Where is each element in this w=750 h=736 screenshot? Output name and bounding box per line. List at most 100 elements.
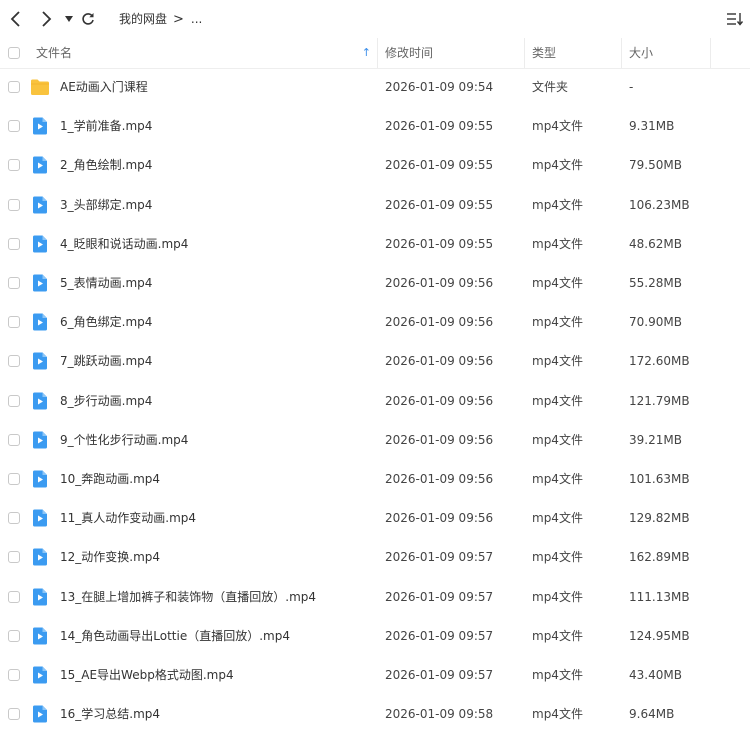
row-checkbox[interactable] — [8, 630, 20, 642]
file-modified: 2026-01-09 09:57 — [385, 550, 494, 564]
file-row[interactable]: 10_奔跑动画.mp4 2026-01-09 09:56 mp4文件 101.63MB — [0, 460, 750, 499]
row-checkbox[interactable] — [8, 473, 20, 485]
row-checkbox[interactable] — [8, 120, 20, 132]
row-checkbox[interactable] — [8, 81, 20, 93]
video-file-icon — [33, 431, 47, 449]
row-checkbox[interactable] — [8, 316, 20, 328]
file-row[interactable]: 6_角色绑定.mp4 2026-01-09 09:56 mp4文件 70.90MB — [0, 303, 750, 342]
file-row[interactable]: 13_在腿上增加裤子和装饰物（直播回放）.mp4 2026-01-09 09:57… — [0, 578, 750, 617]
file-row[interactable]: 5_表情动画.mp4 2026-01-09 09:56 mp4文件 55.28MB — [0, 264, 750, 303]
file-type: mp4文件 — [532, 237, 583, 251]
file-modified: 2026-01-09 09:58 — [385, 707, 494, 721]
video-file-icon — [33, 313, 47, 331]
forward-button[interactable] — [36, 9, 56, 29]
file-size: 101.63MB — [629, 472, 690, 486]
row-checkbox[interactable] — [8, 669, 20, 681]
column-modified[interactable]: 修改时间 — [385, 38, 525, 68]
folder-icon — [31, 79, 49, 95]
file-type: mp4文件 — [532, 394, 583, 408]
dropdown-triangle-icon — [65, 16, 73, 22]
file-row[interactable]: 15_AE导出Webp格式动图.mp4 2026-01-09 09:57 mp4文件… — [0, 656, 750, 695]
video-file-icon — [33, 274, 47, 292]
select-all-checkbox[interactable] — [8, 47, 20, 59]
column-size-label: 大小 — [629, 46, 654, 60]
file-modified: 2026-01-09 09:56 — [385, 394, 494, 408]
file-row[interactable]: 12_动作变换.mp4 2026-01-09 09:57 mp4文件 162.89MB — [0, 538, 750, 577]
column-size[interactable]: 大小 — [629, 38, 711, 68]
file-modified: 2026-01-09 09:56 — [385, 433, 494, 447]
file-row[interactable]: AE动画入门课程 2026-01-09 09:54 文件夹 - — [0, 68, 750, 107]
row-checkbox[interactable] — [8, 277, 20, 289]
row-checkbox[interactable] — [8, 395, 20, 407]
breadcrumb: 我的网盘 >... — [119, 11, 202, 28]
file-type: mp4文件 — [532, 198, 583, 212]
file-size: 55.28MB — [629, 276, 682, 290]
file-row[interactable]: 8_步行动画.mp4 2026-01-09 09:56 mp4文件 121.79MB — [0, 382, 750, 421]
file-name: 9_个性化步行动画.mp4 — [60, 433, 189, 447]
breadcrumb-more[interactable]: ... — [191, 12, 202, 26]
file-size: 172.60MB — [629, 354, 690, 368]
row-checkbox[interactable] — [8, 355, 20, 367]
file-name: 11_真人动作变动画.mp4 — [60, 511, 197, 525]
video-file-icon — [33, 548, 47, 566]
back-button[interactable] — [6, 9, 26, 29]
sort-list-icon — [727, 13, 744, 26]
file-size: 43.40MB — [629, 668, 682, 682]
file-modified: 2026-01-09 09:56 — [385, 511, 494, 525]
file-modified: 2026-01-09 09:55 — [385, 198, 494, 212]
file-row[interactable]: 11_真人动作变动画.mp4 2026-01-09 09:56 mp4文件 129.8… — [0, 499, 750, 538]
file-name: AE动画入门课程 — [60, 80, 148, 94]
file-type: mp4文件 — [532, 707, 583, 721]
row-checkbox[interactable] — [8, 238, 20, 250]
row-checkbox[interactable] — [8, 591, 20, 603]
file-size: - — [629, 80, 634, 94]
file-type: mp4文件 — [532, 433, 583, 447]
file-size: 48.62MB — [629, 237, 682, 251]
file-name: 6_角色绑定.mp4 — [60, 315, 153, 329]
file-name: 2_角色绘制.mp4 — [60, 158, 153, 172]
file-name: 5_表情动画.mp4 — [60, 276, 153, 290]
row-checkbox[interactable] — [8, 551, 20, 563]
file-modified: 2026-01-09 09:54 — [385, 80, 494, 94]
file-type: mp4文件 — [532, 590, 583, 604]
breadcrumb-root[interactable]: 我的网盘 — [119, 12, 167, 26]
file-size: 111.13MB — [629, 590, 690, 604]
file-size: 162.89MB — [629, 550, 690, 564]
row-checkbox[interactable] — [8, 512, 20, 524]
video-file-icon — [33, 196, 47, 214]
sort-button[interactable] — [726, 10, 744, 28]
refresh-button[interactable] — [78, 9, 98, 29]
file-type: mp4文件 — [532, 354, 583, 368]
file-size: 9.64MB — [629, 707, 675, 721]
file-name: 10_奔跑动画.mp4 — [60, 472, 161, 486]
row-checkbox[interactable] — [8, 434, 20, 446]
row-checkbox[interactable] — [8, 708, 20, 720]
file-type: mp4文件 — [532, 550, 583, 564]
file-row[interactable]: 2_角色绘制.mp4 2026-01-09 09:55 mp4文件 79.50MB — [0, 146, 750, 185]
row-checkbox[interactable] — [8, 159, 20, 171]
file-row[interactable]: 14_角色动画导出Lottie（直播回放）.mp4 2026-01-09 09:5… — [0, 617, 750, 656]
column-name[interactable]: 文件名 ↑ — [36, 38, 378, 68]
file-type: mp4文件 — [532, 315, 583, 329]
file-row[interactable]: 1_学前准备.mp4 2026-01-09 09:55 mp4文件 9.31MB — [0, 107, 750, 146]
breadcrumb-separator: > — [173, 12, 184, 27]
video-file-icon — [33, 705, 47, 723]
file-row[interactable]: 7_跳跃动画.mp4 2026-01-09 09:56 mp4文件 172.60MB — [0, 342, 750, 381]
file-name: 15_AE导出Webp格式动图.mp4 — [60, 668, 234, 682]
file-row[interactable]: 9_个性化步行动画.mp4 2026-01-09 09:56 mp4文件 39.21M… — [0, 421, 750, 460]
video-file-icon — [33, 352, 47, 370]
file-name: 16_学习总结.mp4 — [60, 707, 161, 721]
row-checkbox[interactable] — [8, 199, 20, 211]
file-row[interactable]: 4_眨眼和说话动画.mp4 2026-01-09 09:55 mp4文件 48.62M… — [0, 225, 750, 264]
history-dropdown-button[interactable] — [59, 9, 79, 29]
file-name: 1_学前准备.mp4 — [60, 119, 153, 133]
file-name: 14_角色动画导出Lottie（直播回放）.mp4 — [60, 629, 290, 643]
file-type: mp4文件 — [532, 472, 583, 486]
file-row[interactable]: 16_学习总结.mp4 2026-01-09 09:58 mp4文件 9.64MB — [0, 695, 750, 734]
column-name-label: 文件名 — [36, 46, 73, 60]
video-file-icon — [33, 470, 47, 488]
file-size: 106.23MB — [629, 198, 690, 212]
file-row[interactable]: 3_头部绑定.mp4 2026-01-09 09:55 mp4文件 106.23MB — [0, 186, 750, 225]
column-type[interactable]: 类型 — [532, 38, 622, 68]
file-size: 70.90MB — [629, 315, 682, 329]
